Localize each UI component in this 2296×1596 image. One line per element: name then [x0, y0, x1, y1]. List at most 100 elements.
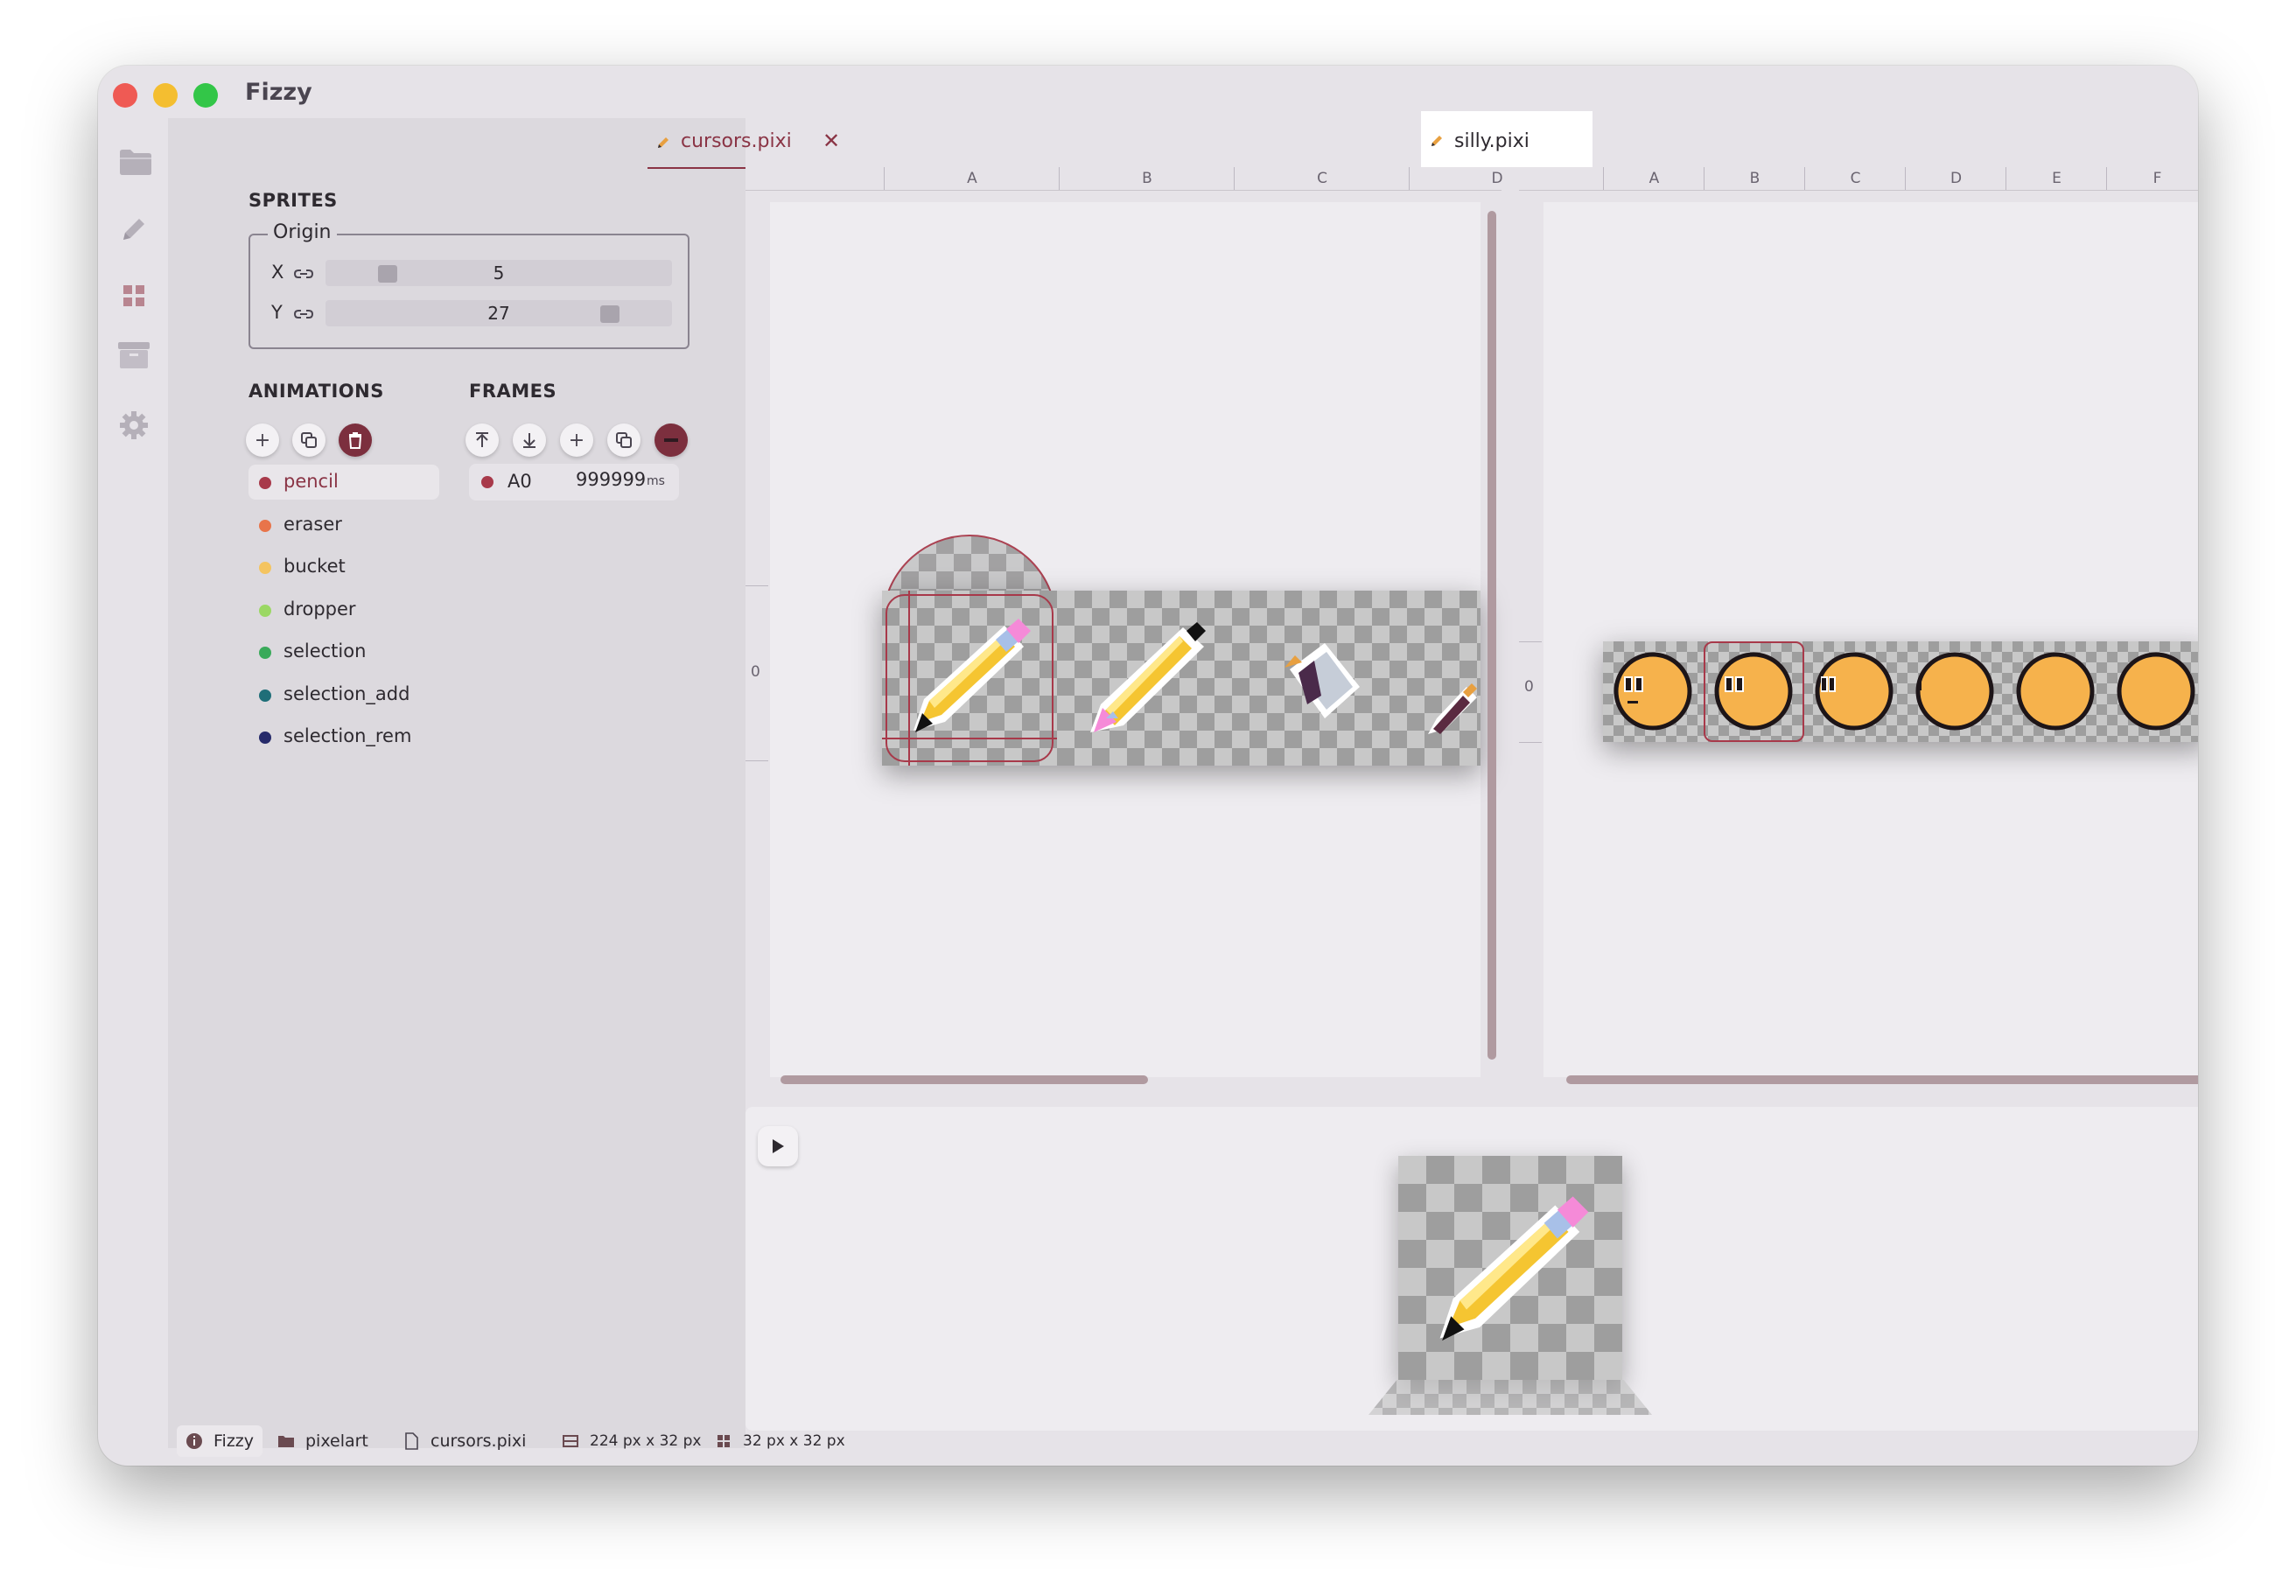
link-icon[interactable]: [294, 264, 313, 284]
animations-heading: ANIMATIONS: [248, 381, 384, 402]
status-image-size-label: 224 px x 32 px: [590, 1432, 702, 1450]
remove-frame-button[interactable]: [654, 424, 688, 457]
maximize-window-button[interactable]: [193, 83, 218, 108]
animation-label: pencil: [284, 471, 339, 492]
add-frame-button[interactable]: +: [560, 424, 593, 457]
tab-cursors-label: cursors.pixi: [681, 130, 792, 152]
row-label: 0: [751, 663, 760, 681]
column-label: E: [2006, 167, 2107, 190]
duplicate-animation-button[interactable]: [292, 424, 326, 457]
dropper-sprite: [1428, 683, 1477, 734]
animation-preview-panel: [746, 1107, 2198, 1431]
origin-x-value: 5: [493, 262, 505, 284]
app-title: Fizzy: [245, 79, 312, 106]
animation-color-dot: [259, 604, 271, 617]
row-label: 0: [1524, 678, 1534, 696]
play-button[interactable]: [758, 1126, 798, 1166]
sprite-panel: SPRITES Origin X 5 Y 27 ANIMATIONS FRAME…: [168, 118, 746, 1448]
animation-item[interactable]: eraser: [248, 508, 439, 542]
grid-icon[interactable]: [122, 284, 146, 308]
frame-color-dot: [481, 476, 494, 488]
bucket-sprite: [1284, 643, 1360, 718]
move-frame-down-button[interactable]: [513, 424, 546, 457]
sprites-heading: SPRITES: [248, 190, 338, 211]
close-window-button[interactable]: [113, 83, 137, 108]
animation-item[interactable]: selection_add: [248, 677, 439, 712]
horizontal-scrollbar[interactable]: [1566, 1075, 2198, 1084]
status-tile-size: 32 px x 32 px: [715, 1425, 845, 1457]
eraser-sprite: [1090, 622, 1206, 732]
animation-item[interactable]: selection: [248, 634, 439, 669]
image-size-icon: [563, 1435, 578, 1447]
minus-icon: [664, 438, 678, 442]
tile-grid-icon: [718, 1435, 730, 1447]
frame-item[interactable]: A0 999999 ms: [469, 464, 679, 500]
status-tile-size-label: 32 px x 32 px: [743, 1432, 845, 1450]
folder-icon[interactable]: [118, 147, 153, 177]
duplicate-frame-button[interactable]: [607, 424, 640, 457]
status-app-label: Fizzy: [214, 1432, 255, 1451]
column-ruler: A B C D E F: [1519, 167, 2198, 191]
animation-label: eraser: [284, 513, 342, 535]
move-frame-up-button[interactable]: [466, 424, 499, 457]
origin-x-slider[interactable]: 5: [326, 260, 672, 286]
face-sprite: [2117, 652, 2195, 731]
animation-item[interactable]: selection_rem: [248, 719, 439, 754]
pencil-sprite: [914, 619, 1031, 732]
info-icon: [186, 1433, 202, 1449]
preview-frame: [1398, 1156, 1622, 1380]
link-icon[interactable]: [294, 304, 313, 324]
gear-icon[interactable]: [118, 410, 150, 441]
tab-cursors[interactable]: cursors.pixi ✕: [648, 118, 852, 169]
column-label: A: [884, 167, 1060, 190]
status-folder[interactable]: pixelart: [277, 1425, 368, 1457]
arrow-up-icon: [476, 432, 488, 447]
tab-close-icon[interactable]: ✕: [822, 129, 840, 153]
origin-group: Origin X 5 Y 27: [248, 221, 690, 349]
origin-y-slider[interactable]: 27: [326, 300, 672, 326]
animation-label: selection_rem: [284, 725, 412, 746]
delete-animation-button[interactable]: [339, 424, 372, 457]
status-image-size: 224 px x 32 px: [562, 1425, 701, 1457]
arrow-down-icon: [523, 433, 536, 448]
archive-icon[interactable]: [116, 340, 151, 370]
origin-y-value: 27: [487, 303, 510, 324]
animation-item[interactable]: dropper: [248, 592, 439, 627]
column-label: B: [1059, 167, 1235, 190]
left-canvas-panel: A B C D 0: [746, 167, 1503, 1089]
right-canvas-panel: A B C D E F 0: [1519, 167, 2198, 1089]
pencil-icon[interactable]: [118, 214, 150, 245]
right-workarea[interactable]: [1544, 202, 2198, 1077]
sprite-strip[interactable]: [882, 591, 1480, 766]
frame-duration: 999999: [576, 469, 647, 490]
face-sprite: [2016, 652, 2095, 731]
pencil-sprite: [1439, 1196, 1589, 1341]
pixi-file-icon: [1432, 136, 1442, 146]
vertical-scrollbar[interactable]: [1488, 211, 1496, 1060]
status-folder-label: pixelart: [305, 1432, 368, 1451]
origin-label: Origin: [268, 221, 337, 243]
status-file-label: cursors.pixi: [430, 1432, 527, 1451]
status-file[interactable]: cursors.pixi: [402, 1425, 526, 1457]
play-icon: [773, 1139, 784, 1153]
column-label: C: [1804, 167, 1906, 190]
status-app[interactable]: Fizzy: [177, 1425, 263, 1457]
animation-color-dot: [259, 732, 271, 744]
y-label: Y: [271, 302, 283, 323]
x-label: X: [271, 262, 284, 283]
column-label: D: [1905, 167, 2006, 190]
add-animation-button[interactable]: +: [246, 424, 279, 457]
minimize-window-button[interactable]: [153, 83, 178, 108]
folder-icon: [278, 1436, 294, 1447]
copy-icon: [616, 432, 632, 448]
animation-item[interactable]: pencil: [248, 465, 439, 500]
sprite-strip[interactable]: [1603, 641, 2198, 742]
face-sprite: [1714, 652, 1793, 731]
animation-color-dot: [259, 647, 271, 659]
animation-item[interactable]: bucket: [248, 550, 439, 584]
column-label: C: [1234, 167, 1410, 190]
animation-color-dot: [259, 519, 271, 532]
tab-silly[interactable]: silly.pixi: [1421, 111, 1592, 167]
horizontal-scrollbar[interactable]: [780, 1075, 1148, 1084]
column-label: B: [1704, 167, 1805, 190]
